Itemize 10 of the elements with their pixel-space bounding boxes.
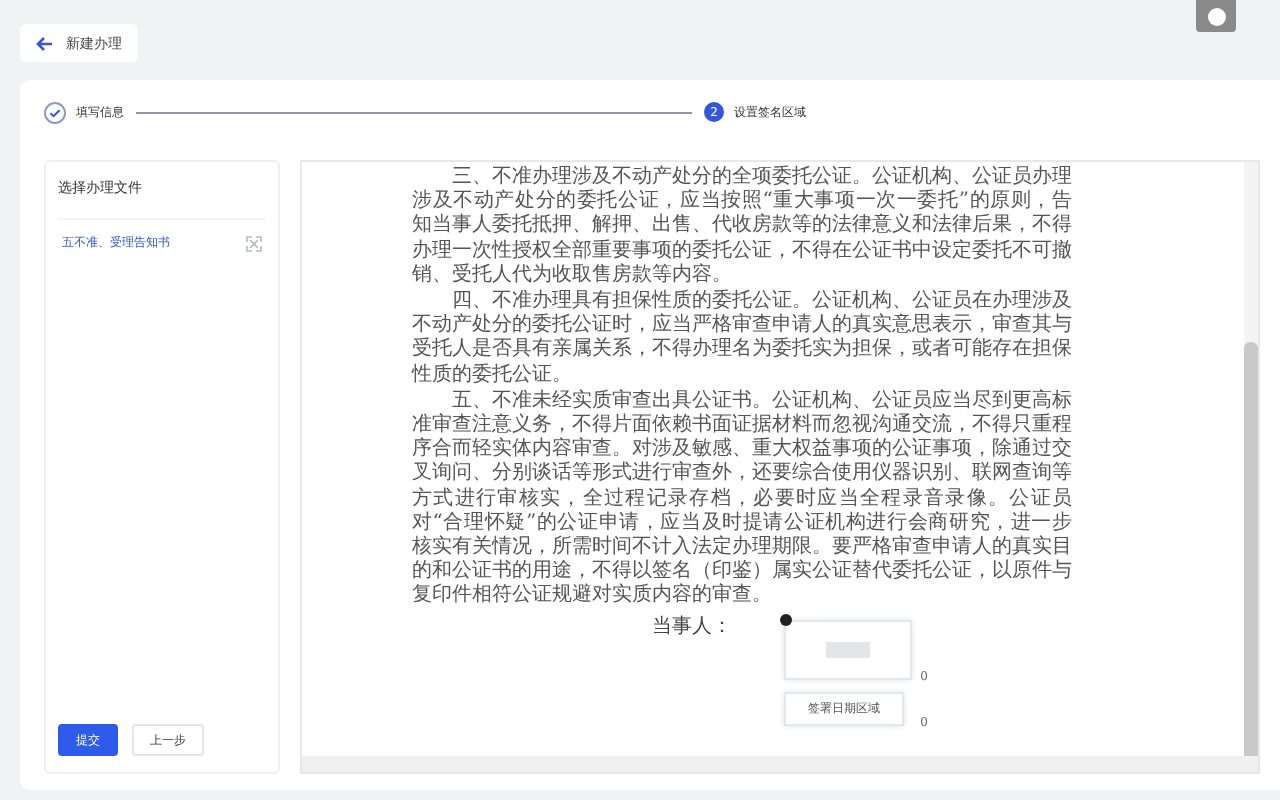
expand-icon[interactable] — [246, 235, 262, 251]
signer-label: 当事人： — [652, 613, 732, 642]
avatar-icon[interactable] — [1196, 0, 1236, 32]
document-paragraph: 四、不准办理具有担保性质的委托公证。公证机构、公证员在办理涉及不动产处分的委托公证时，应当严格审查申请人的真实意思表示，审查其与受托人是否具有亲属关系，不得办理名为委托实为担保，或者可能存在担保性质的委托公证。 — [412, 290, 1072, 388]
arrow-left-icon — [36, 35, 54, 51]
horizontal-scrollbar[interactable] — [302, 756, 1258, 772]
vertical-scrollbar[interactable] — [1244, 162, 1258, 756]
document-paragraph: 三、不准办理涉及不动产处分的全项委托公证。公证机构、公证员办理涉及不动产处分的委托公证，应当按照“重大事项一次一委托”的原则，告知当事人委托抵押、解押、出售、代收房款等的法律意义和法律后果，不得办理一次性授权全部重要事项的委托公证，不得在公证书中设定委托不可撤销、受托人代为收取售房款等内容。 — [412, 166, 1072, 289]
signature-placeholder — [826, 641, 870, 658]
document-paragraph: 五、不准未经实质审查出具公证书。公证机构、公证员应当尽到更高标准审查注意义务，不得片面依赖书面证据材料而忽视沟通交流，不得只重程序合而轻实体内容审查。对涉及敏感、重大权益事项的公证事项，除通过交叉询问、分别谈话等形式进行审查外，还要综合使用仪器识别、联网查询等方式进行审核实，全过程记录存档，必要时应当全程录音录像。公证员对“合理怀疑”的公证申请，应当及时提请公证机构进行会商研究，进一步核实有关情况，所需时间不计入法定办理期限。要严格审查申请人的真实目的和公证书的用途，不得以签名（印鉴）属实公证替代委托公证，以原件与复印件相符公证规避对实质内容的审查。 — [412, 389, 1072, 610]
